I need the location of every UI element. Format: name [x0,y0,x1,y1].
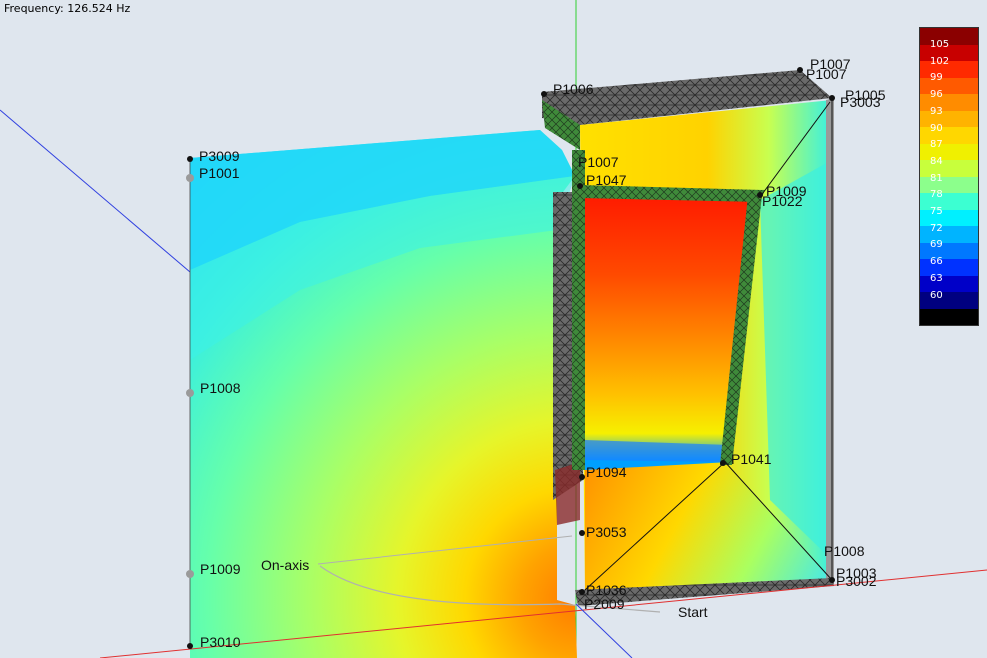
point-marker[interactable] [720,460,726,466]
cabinet-right-edge [826,98,834,586]
legend-tick-label: 72 [930,222,943,234]
point-label-p3003[interactable]: P3003 [840,95,880,109]
frequency-readout: Frequency: 126.524 Hz [4,2,131,15]
legend-color-band [920,94,978,111]
on-axis-label: On-axis [261,557,310,573]
legend-tick-label: 81 [930,172,943,184]
legend-color-band [920,143,978,161]
point-label-p1094[interactable]: P1094 [586,465,626,479]
box-field-cyan-strip [760,160,832,560]
point-marker[interactable] [579,474,585,480]
legend-color-band [920,209,978,227]
legend-tick-label: 105 [930,39,950,50]
legend-color-band [920,259,978,276]
point-marker[interactable] [187,643,193,649]
legend-tick-label: 63 [930,272,943,284]
legend-color-band [920,77,978,95]
point-marker[interactable] [797,67,803,73]
z-axis-line [0,109,191,273]
point-marker[interactable] [829,95,835,101]
legend-tick-label: 78 [930,189,943,201]
legend-color-band [920,110,978,128]
legend-color-band [920,193,978,210]
point-label-p3010[interactable]: P3010 [200,635,240,649]
3d-viewport[interactable] [0,0,987,658]
point-label-p1008[interactable]: P1008 [200,381,240,395]
legend-tick-label: 75 [930,206,943,217]
legend-color-band [920,176,978,194]
point-label-p1036[interactable]: P1036 [586,583,626,597]
point-marker[interactable] [186,570,194,578]
point-label-p1008-right[interactable]: P1008 [824,544,864,558]
legend-color-band [920,127,978,144]
legend-tick-label: 93 [930,105,943,117]
z-axis-line-lower [575,603,633,658]
point-label-p1009[interactable]: P1009 [200,562,240,576]
legend-color-band [920,292,978,309]
point-label-p1047[interactable]: P1047 [586,173,626,187]
point-marker[interactable] [186,389,194,397]
point-marker[interactable] [579,530,585,536]
point-label-p3002[interactable]: P3002 [836,574,876,588]
point-marker[interactable] [186,174,194,182]
legend-tick-label: 60 [930,289,943,301]
legend-tick-label: 90 [930,122,943,134]
legend-tick-label: 87 [930,139,943,151]
start-label: Start [678,604,708,620]
point-label-p2009[interactable]: P2009 [584,597,624,611]
point-marker[interactable] [579,589,585,595]
point-label-p1022[interactable]: P1022 [762,194,802,208]
point-marker[interactable] [829,577,835,583]
point-label-p1001[interactable]: P1001 [199,166,239,180]
point-label-p3053[interactable]: P3053 [586,525,626,539]
point-label-p1007-mid[interactable]: P1007 [578,155,618,169]
legend-tick-label: 99 [930,72,943,84]
inner-wall-left [572,150,585,470]
point-label-p3009[interactable]: P3009 [199,149,239,163]
legend-color-band [920,275,978,293]
point-marker[interactable] [187,156,193,162]
legend-color-band [920,242,978,260]
point-label-p1006[interactable]: P1006 [553,82,593,96]
legend-tick-label: 84 [930,155,943,167]
legend-tick-label: 102 [930,55,950,67]
port-mesh [555,462,580,525]
color-scale-legend: 105 102 99 96 93 90 87 84 81 78 75 72 69 66 63 60 [919,27,979,326]
legend-color-band [920,226,978,243]
legend-tick-label: 96 [930,89,943,101]
legend-tick-label: 66 [930,256,943,268]
point-marker[interactable] [577,183,583,189]
point-label-p1007-top-b[interactable]: P1007 [806,67,846,81]
legend-color-band [920,160,978,177]
legend-tick-label: 69 [930,239,943,251]
point-marker[interactable] [541,91,547,97]
point-label-p1041[interactable]: P1041 [731,452,771,466]
legend-color-band [920,308,978,325]
